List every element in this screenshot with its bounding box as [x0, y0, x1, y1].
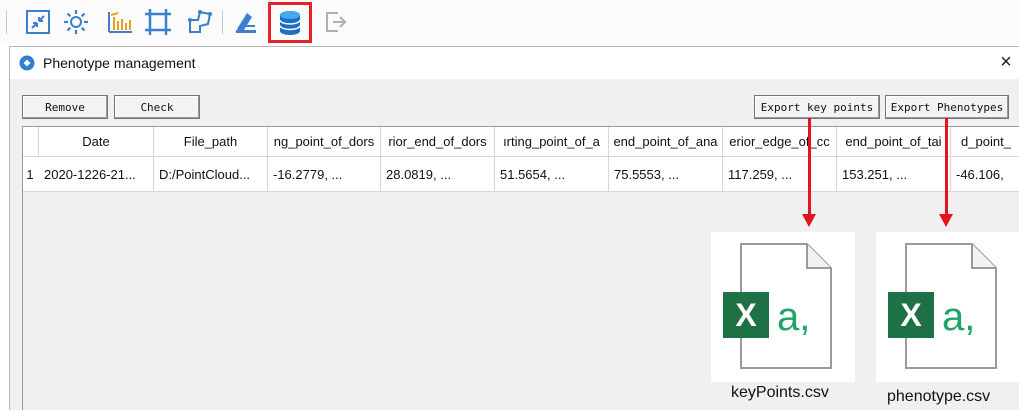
column-header[interactable]: ng_point_of_dors [268, 127, 381, 157]
chart-icon[interactable] [105, 7, 135, 37]
row-number: 1 [26, 167, 34, 182]
exit-icon[interactable] [321, 7, 351, 37]
phenotype-file-tile: X a, [876, 232, 1019, 382]
column-header[interactable]: File_path [154, 127, 268, 157]
column-header[interactable]: Date [39, 127, 154, 157]
phenotype-table[interactable]: Date File_path ng_point_of_dors rior_end… [22, 126, 1019, 410]
export-phenotypes-button[interactable]: Export Phenotypes [885, 95, 1009, 119]
phenotype-file-label: phenotype.csv [887, 388, 991, 405]
svg-text:X: X [735, 297, 757, 333]
column-header[interactable]: d_point_ [951, 127, 1019, 157]
arrow-to-phenotype [945, 118, 948, 216]
collapse-icon[interactable] [23, 7, 53, 37]
settings-icon[interactable] [61, 7, 91, 37]
column-header[interactable]: ırting_point_of_a [495, 127, 609, 157]
table-cell[interactable]: 51.5654, ... [495, 157, 609, 192]
toolbar-separator [6, 10, 7, 34]
table-header: Date File_path ng_point_of_dors rior_end… [23, 127, 1019, 157]
table-row[interactable]: 1 2020-1226-21... D:/PointCloud... -16.2… [23, 157, 1019, 192]
toolbar-separator [222, 10, 223, 34]
table-cell[interactable]: 28.0819, ... [381, 157, 495, 192]
dialog-title: Phenotype management [43, 55, 196, 71]
keypoints-file-label: keyPoints.csv [731, 384, 829, 401]
remove-button[interactable]: Remove [22, 95, 108, 119]
table-cell[interactable]: 75.5553, ... [609, 157, 723, 192]
table-cell[interactable]: -16.2779, ... [268, 157, 381, 192]
svg-text:X: X [900, 297, 922, 333]
svg-text:a,: a, [777, 295, 810, 339]
export-key-points-button[interactable]: Export key points [754, 95, 880, 119]
app-icon [19, 55, 35, 71]
arrow-to-keypoints [808, 118, 811, 216]
column-header[interactable]: rior_end_of_dors [381, 127, 495, 157]
database-icon[interactable] [268, 2, 312, 43]
table-cell[interactable]: 2020-1226-21... [39, 157, 154, 192]
column-header[interactable]: end_point_of_tai [837, 127, 951, 157]
arrow-head-keypoints [802, 214, 816, 227]
column-header[interactable]: erior_edge_of_cc [723, 127, 837, 157]
close-button[interactable]: × [996, 51, 1016, 73]
keypoints-file-tile: X a, [711, 232, 855, 382]
arrow-head-phenotype [939, 214, 953, 227]
excel-csv-icon: X a, [886, 242, 998, 375]
annotate-icon[interactable] [231, 7, 261, 37]
skeleton-icon[interactable] [185, 7, 215, 37]
corner-header [23, 127, 39, 157]
check-button[interactable]: Check [114, 95, 200, 119]
svg-text:a,: a, [942, 295, 975, 339]
phenotype-management-dialog: Phenotype management × Remove Check Expo… [9, 46, 1019, 410]
table-cell[interactable]: 153.251, ... [837, 157, 951, 192]
table-cell[interactable]: -46.106, [951, 157, 1019, 192]
crop-icon[interactable] [143, 7, 173, 37]
table-cell[interactable]: 117.259, ... [723, 157, 837, 192]
column-header[interactable]: end_point_of_ana [609, 127, 723, 157]
table-cell[interactable]: D:/PointCloud... [154, 157, 268, 192]
excel-csv-icon: X a, [721, 242, 833, 375]
dialog-titlebar: Phenotype management × [10, 47, 1019, 79]
main-toolbar [0, 0, 1019, 44]
